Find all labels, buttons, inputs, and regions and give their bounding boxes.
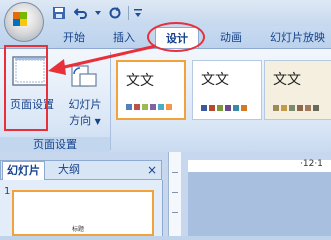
office-logo-icon <box>13 12 27 26</box>
annotation-arrow-icon <box>48 44 157 75</box>
theme-3[interactable]: 文文 <box>264 60 331 120</box>
save-icon[interactable] <box>50 4 68 22</box>
qat-separator <box>128 6 129 20</box>
slide-thumbnail[interactable]: 标题 <box>12 190 154 236</box>
customize-qat-icon[interactable] <box>133 4 143 22</box>
theme-color-swatches <box>273 105 319 111</box>
redo-icon[interactable] <box>106 4 124 22</box>
theme-2[interactable]: 文文 <box>192 60 262 120</box>
theme-color-swatches <box>201 105 247 111</box>
theme-preview-text: 文文 <box>273 72 301 88</box>
tab-animation[interactable]: 动画 <box>215 29 247 46</box>
ruler-label: ·12·1 <box>300 159 323 169</box>
undo-dropdown-icon[interactable] <box>94 4 102 22</box>
slide-orientation-label-line2: 方向 ▼ <box>62 112 108 128</box>
slide-canvas[interactable] <box>188 172 331 236</box>
slide-thumbnail-title: 标题 <box>72 226 85 233</box>
vertical-ruler <box>168 152 181 236</box>
close-icon[interactable]: × <box>146 163 158 177</box>
slide-orientation-label-line2-text: 方向 <box>69 114 92 127</box>
tab-slideshow[interactable]: 幻灯片放映 <box>270 29 331 46</box>
slide-number: 1 <box>4 186 11 197</box>
page-setup-group-label: 页面设置 <box>0 137 110 152</box>
quick-access-toolbar <box>50 4 143 22</box>
undo-icon[interactable] <box>72 4 90 22</box>
slide-orientation-label-line1: 幻灯片 <box>68 98 102 111</box>
theme-preview-text: 文文 <box>201 72 229 88</box>
chevron-down-icon: ▼ <box>94 117 101 126</box>
tab-outline[interactable]: 大纲 <box>58 162 80 178</box>
theme-color-swatches <box>126 104 172 110</box>
tab-slides[interactable]: 幻灯片 <box>2 161 45 180</box>
